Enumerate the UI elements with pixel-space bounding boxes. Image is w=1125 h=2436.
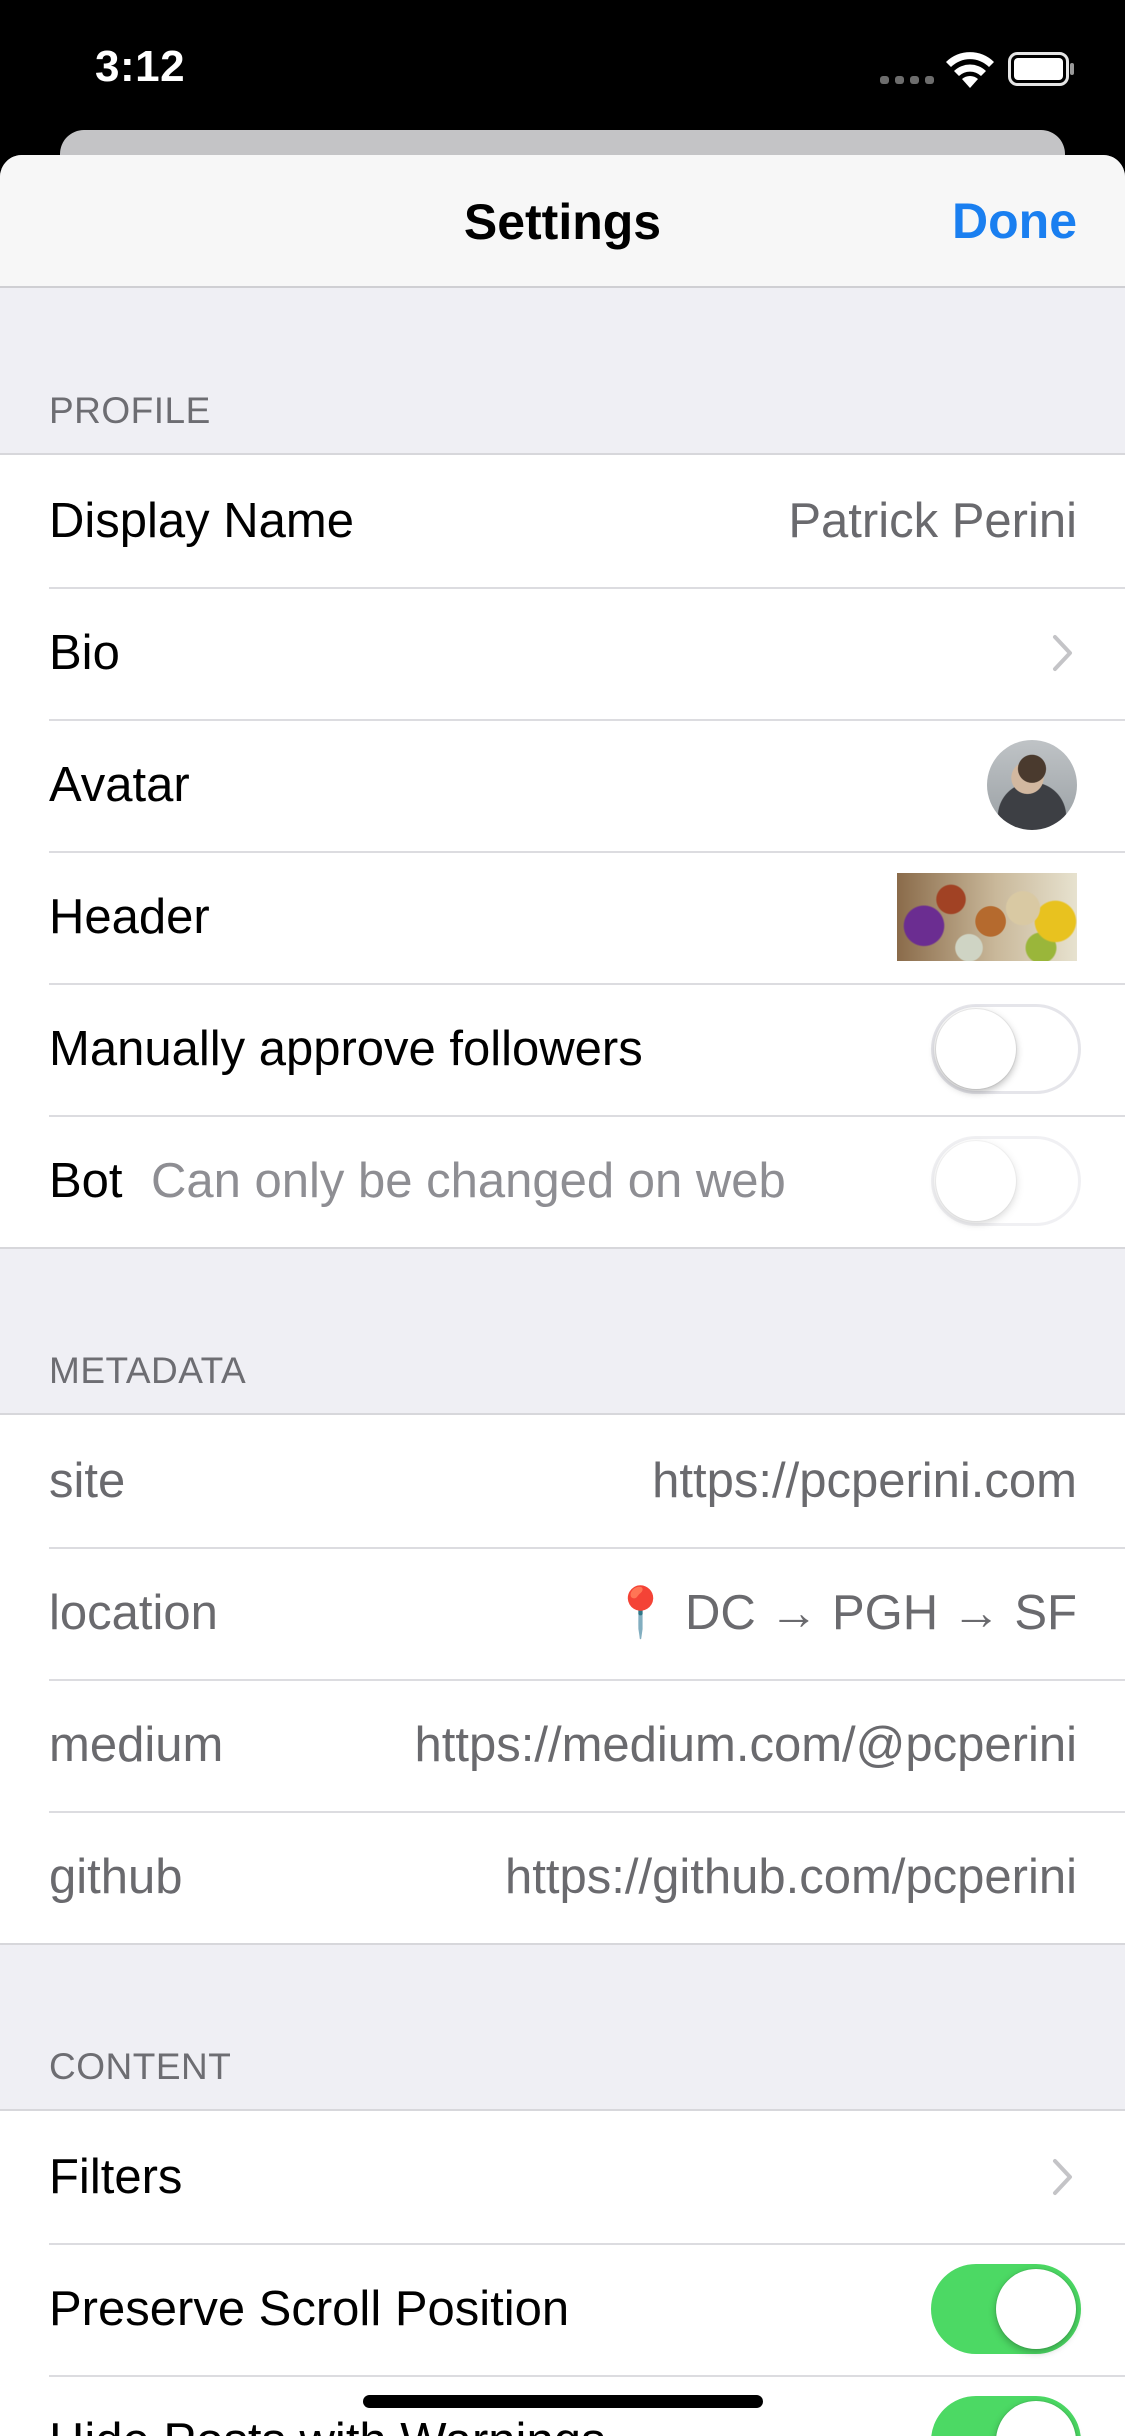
wifi-icon <box>946 52 994 88</box>
metadata-field-value[interactable]: https://pcperini.com <box>652 1415 1077 1547</box>
filters-row[interactable]: Filters <box>0 2111 1125 2243</box>
avatar-row[interactable]: Avatar <box>0 719 1125 851</box>
metadata-field-name: location <box>49 1586 218 1640</box>
metadata-row[interactable]: location 📍 DC → PGH → SF <box>0 1547 1125 1679</box>
profile-group: Display Name Patrick Perini Bio Avatar H… <box>0 453 1125 1249</box>
preserve-scroll-label: Preserve Scroll Position <box>49 2282 570 2336</box>
status-bar: 3:12 <box>0 0 1125 140</box>
header-label: Header <box>49 890 210 944</box>
metadata-row[interactable]: site https://pcperini.com <box>0 1415 1125 1547</box>
hide-warnings-toggle[interactable] <box>931 2396 1081 2436</box>
metadata-group: site https://pcperini.com location 📍 DC … <box>0 1413 1125 1945</box>
metadata-field-name: medium <box>49 1718 224 1772</box>
settings-sheet: Settings Done PROFILE Display Name Patri… <box>0 155 1125 2436</box>
display-name-label: Display Name <box>49 494 354 548</box>
manually-approve-row: Manually approve followers <box>0 983 1125 1115</box>
section-header-metadata: METADATA <box>49 1350 247 1391</box>
content-group: Filters Preserve Scroll Position Hide Po… <box>0 2109 1125 2436</box>
bot-note: Can only be changed on web <box>151 1154 786 1208</box>
toggle-knob <box>936 1009 1016 1089</box>
metadata-field-value[interactable]: 📍 DC → PGH → SF <box>610 1547 1077 1679</box>
display-name-row[interactable]: Display Name Patrick Perini <box>0 455 1125 587</box>
section-header-content: CONTENT <box>49 2046 232 2087</box>
metadata-field-name: site <box>49 1454 126 1508</box>
cellular-signal-icon <box>880 74 934 86</box>
bio-label: Bio <box>49 626 120 680</box>
manually-approve-label: Manually approve followers <box>49 1022 643 1076</box>
header-image-thumbnail[interactable] <box>897 873 1077 961</box>
manually-approve-toggle[interactable] <box>931 1004 1081 1094</box>
display-name-value[interactable]: Patrick Perini <box>788 455 1077 587</box>
metadata-row[interactable]: medium https://medium.com/@pcperini <box>0 1679 1125 1811</box>
preserve-scroll-row: Preserve Scroll Position <box>0 2243 1125 2375</box>
home-indicator <box>363 2395 763 2408</box>
navigation-bar: Settings Done <box>0 155 1125 288</box>
toggle-knob <box>936 1141 1016 1221</box>
toggle-knob <box>996 2269 1076 2349</box>
toggle-knob <box>996 2401 1076 2436</box>
metadata-field-value[interactable]: https://github.com/pcperini <box>505 1811 1077 1943</box>
done-button[interactable]: Done <box>952 192 1077 250</box>
metadata-field-name: github <box>49 1850 183 1904</box>
bot-toggle <box>931 1136 1081 1226</box>
chevron-right-icon <box>1053 2159 1072 2195</box>
chevron-right-icon <box>1053 635 1072 671</box>
bot-row: Bot Can only be changed on web <box>0 1115 1125 1247</box>
header-row[interactable]: Header <box>0 851 1125 983</box>
status-time: 3:12 <box>95 42 186 91</box>
metadata-row[interactable]: github https://github.com/pcperini <box>0 1811 1125 1943</box>
section-header-profile: PROFILE <box>49 390 211 431</box>
avatar[interactable] <box>987 740 1077 830</box>
preserve-scroll-toggle[interactable] <box>931 2264 1081 2354</box>
avatar-label: Avatar <box>49 758 190 812</box>
metadata-field-value[interactable]: https://medium.com/@pcperini <box>415 1679 1077 1811</box>
bio-row[interactable]: Bio <box>0 587 1125 719</box>
bot-label: Bot <box>49 1154 123 1208</box>
battery-icon <box>1008 52 1074 86</box>
filters-label: Filters <box>49 2150 183 2204</box>
